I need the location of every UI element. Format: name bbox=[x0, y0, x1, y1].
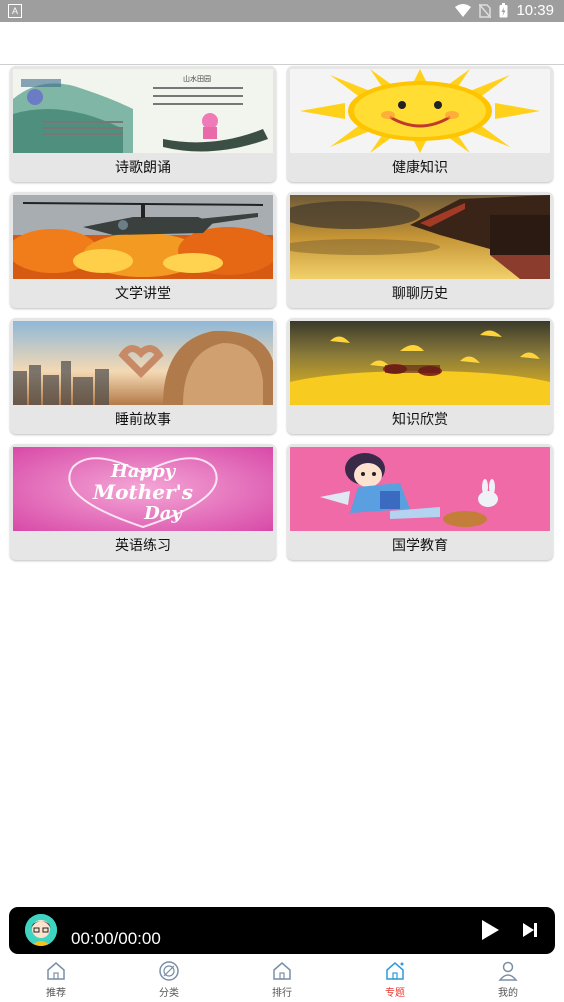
player-avatar[interactable] bbox=[25, 914, 57, 946]
topic-card-history[interactable]: 聊聊历史 bbox=[287, 192, 553, 308]
mothers-day-line3-text: Day bbox=[143, 503, 183, 524]
topic-card-title: 英语练习 bbox=[115, 538, 171, 554]
bottom-tab-bar: 推荐 分类 排行 专题 我的 bbox=[0, 956, 564, 1002]
pagoda-roof-sunset-image bbox=[290, 195, 550, 279]
category-icon bbox=[159, 961, 179, 981]
status-time: 10:39 bbox=[516, 2, 554, 19]
topic-card-title: 健康知识 bbox=[392, 160, 448, 176]
tab-label: 排行 bbox=[272, 988, 292, 999]
topic-card-title: 诗歌朗诵 bbox=[115, 160, 171, 176]
poetry-landscape-image: 山水田园 bbox=[13, 69, 273, 153]
home-icon bbox=[47, 962, 65, 980]
topic-card-title: 聊聊历史 bbox=[392, 286, 448, 302]
tab-profile[interactable]: 我的 bbox=[478, 958, 538, 1002]
skip-next-icon[interactable] bbox=[520, 920, 540, 940]
topic-card-title: 文学讲堂 bbox=[115, 286, 171, 302]
topic-icon bbox=[386, 962, 404, 980]
cartoon-girl-rabbit-image bbox=[290, 447, 550, 531]
topic-card-title: 知识欣赏 bbox=[392, 412, 448, 428]
app-notification-icon: A bbox=[8, 4, 22, 18]
topic-card-english[interactable]: Happy Mother's Day 英语练习 bbox=[10, 444, 276, 560]
ginkgo-leaves-image bbox=[290, 321, 550, 405]
poem-heading-text: 山水田园 bbox=[183, 74, 211, 83]
playback-time: 00:00/00:00 bbox=[71, 929, 161, 948]
tab-category[interactable]: 分类 bbox=[139, 958, 199, 1002]
tab-topic[interactable]: 专题 bbox=[365, 958, 425, 1002]
play-icon[interactable] bbox=[479, 919, 501, 941]
ranking-icon bbox=[273, 962, 291, 980]
topic-card-sinology[interactable]: 国学教育 bbox=[287, 444, 553, 560]
topic-card-knowledge[interactable]: 知识欣赏 bbox=[287, 318, 553, 434]
topic-card-poetry[interactable]: 山水田园 诗歌朗诵 bbox=[10, 66, 276, 182]
header-bar bbox=[0, 22, 564, 65]
tab-label: 分类 bbox=[159, 988, 179, 999]
topic-card-bedtime-stories[interactable]: 睡前故事 bbox=[10, 318, 276, 434]
topic-card-title: 国学教育 bbox=[392, 538, 448, 554]
tab-ranking[interactable]: 排行 bbox=[252, 958, 312, 1002]
no-sim-icon bbox=[479, 3, 492, 18]
heart-hands-city-image bbox=[13, 321, 273, 405]
tab-recommend[interactable]: 推荐 bbox=[26, 958, 86, 1002]
helicopter-explosion-image bbox=[13, 195, 273, 279]
mothers-day-line2-text: Mother's bbox=[92, 480, 193, 504]
topic-card-health[interactable]: 健康知识 bbox=[287, 66, 553, 182]
battery-icon bbox=[499, 3, 508, 18]
happy-mothers-day-image: Happy Mother's Day bbox=[13, 447, 273, 531]
topic-card-title: 睡前故事 bbox=[115, 412, 171, 428]
smiling-sun-image bbox=[290, 69, 550, 153]
topic-card-literature[interactable]: 文学讲堂 bbox=[10, 192, 276, 308]
tab-label: 专题 bbox=[385, 988, 405, 999]
wifi-icon bbox=[455, 3, 472, 17]
mothers-day-line1-text: Happy bbox=[110, 461, 177, 482]
tab-label: 我的 bbox=[498, 988, 518, 999]
tab-label: 推荐 bbox=[46, 988, 66, 999]
status-bar: A 10:39 bbox=[0, 0, 564, 22]
profile-icon bbox=[498, 961, 518, 981]
mini-player[interactable]: 00:00/00:00 bbox=[9, 907, 555, 954]
